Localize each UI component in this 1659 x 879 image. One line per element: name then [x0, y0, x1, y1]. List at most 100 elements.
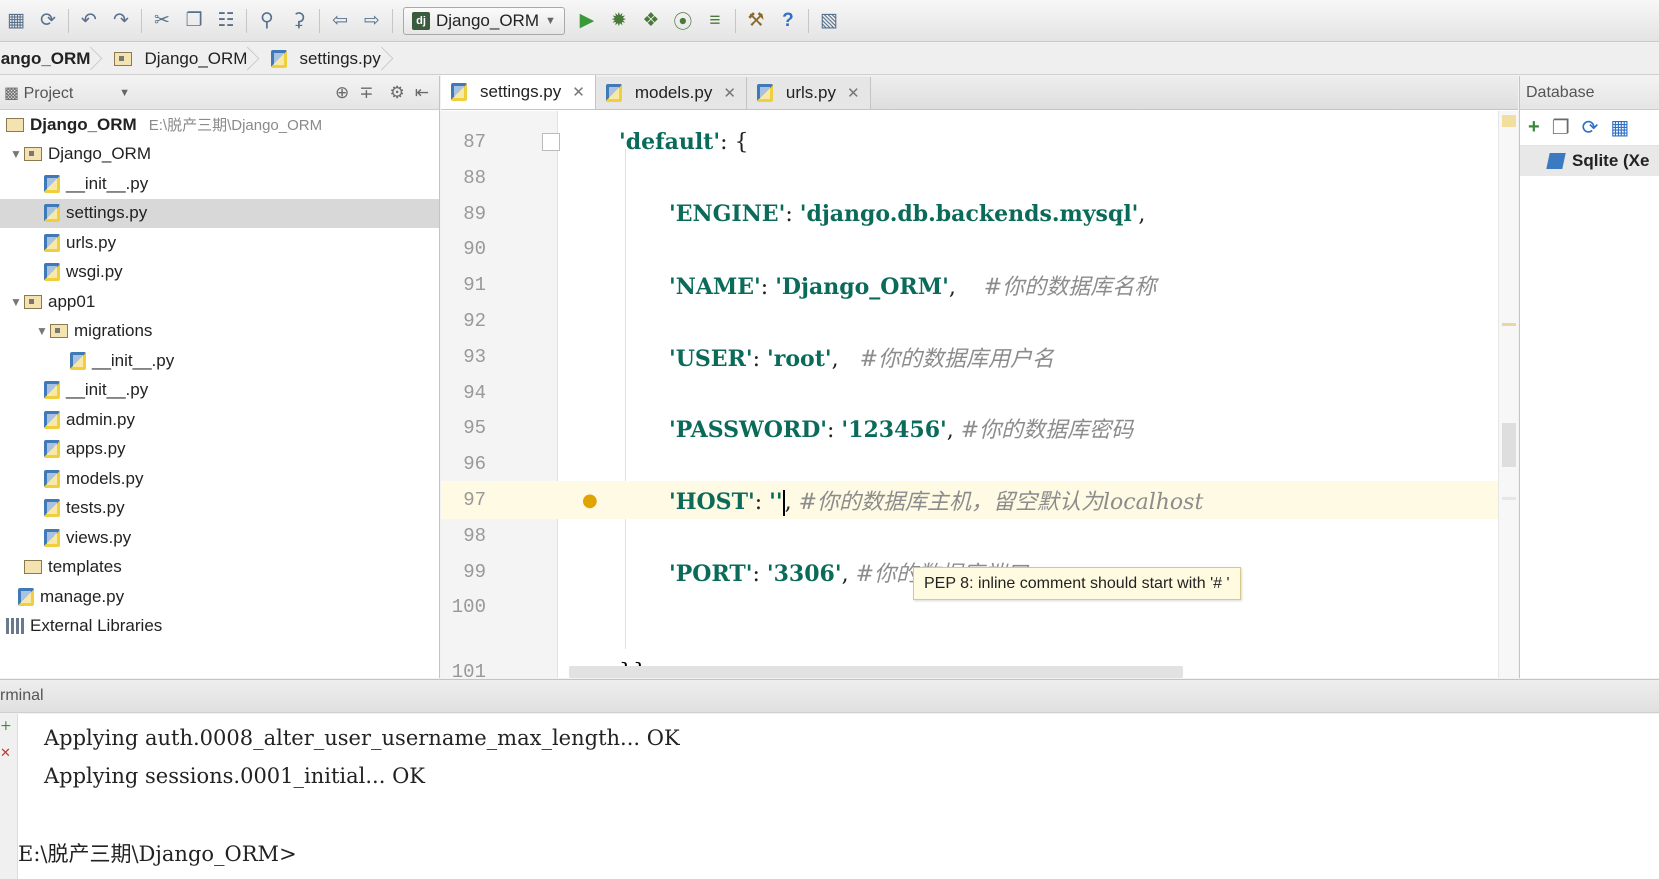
- code-line[interactable]: 92: [441, 302, 1518, 340]
- tree-item-label: Django_ORM: [30, 114, 137, 134]
- code-line[interactable]: 94: [441, 374, 1518, 412]
- add-icon[interactable]: +: [1528, 116, 1540, 139]
- tree-item-project-root[interactable]: Django_ORM E:\脱产三期\Django_ORM: [0, 110, 439, 140]
- tree-item[interactable]: tests.py: [0, 494, 439, 524]
- add-icon[interactable]: +: [0, 718, 12, 734]
- datasource-item[interactable]: Sqlite (Xe: [1520, 146, 1659, 176]
- line-number: 88: [463, 166, 486, 189]
- expand-arrow-icon[interactable]: ▼: [34, 324, 50, 338]
- tree-item[interactable]: apps.py: [0, 435, 439, 465]
- undo-icon[interactable]: ↶: [73, 5, 105, 37]
- horizontal-scrollbar[interactable]: [569, 666, 1183, 678]
- tree-item[interactable]: templates: [0, 553, 439, 583]
- code-text: 'PASSWORD': '123456', #你的数据库密码: [669, 412, 1133, 444]
- fold-marker-icon[interactable]: [542, 133, 560, 151]
- warning-marker[interactable]: [1502, 115, 1516, 127]
- line-number: 87: [463, 131, 486, 153]
- project-view-selector[interactable]: ▩ Project ▼: [0, 83, 130, 103]
- code-punctuation: :: [785, 201, 800, 227]
- tree-item-label: __init__.py: [66, 380, 149, 400]
- dict-value: 'Django_ORM': [775, 274, 949, 301]
- code-line[interactable]: 95 'PASSWORD': '123456', #你的数据库密码: [441, 409, 1518, 447]
- code-punctuation: :: [752, 346, 768, 372]
- sync-icon[interactable]: ⟳: [32, 5, 64, 37]
- back-icon[interactable]: ⇦: [324, 5, 356, 37]
- tree-item[interactable]: __init__.py: [0, 169, 439, 199]
- code-line[interactable]: 93 'USER': 'root', #你的数据库用户名: [441, 338, 1518, 376]
- tree-item[interactable]: settings.py: [0, 198, 439, 228]
- python-file-icon: [44, 204, 60, 223]
- tree-item[interactable]: __init__.py: [0, 376, 439, 406]
- close-icon[interactable]: ✕: [723, 84, 736, 102]
- breadcrumb-project[interactable]: jango_ORM: [0, 43, 96, 74]
- code-line[interactable]: 90: [441, 230, 1518, 268]
- scroll-thumb[interactable]: [1502, 423, 1516, 467]
- code-line[interactable]: 96: [441, 445, 1518, 483]
- code-line[interactable]: 88: [441, 159, 1518, 197]
- find-icon[interactable]: ⚲: [251, 5, 283, 37]
- breadcrumb-package[interactable]: Django_ORM: [106, 43, 253, 74]
- code-line[interactable]: 91 'NAME': 'Django_ORM', #你的数据库名称: [441, 266, 1518, 304]
- help-icon[interactable]: ?: [772, 5, 804, 37]
- run-tasks-icon[interactable]: ≡: [699, 5, 731, 37]
- expand-arrow-icon[interactable]: ▼: [8, 147, 24, 161]
- dict-value: '': [769, 489, 783, 515]
- terminal-output[interactable]: + ✕ Applying auth.0008_alter_user_userna…: [0, 714, 1659, 879]
- terminal-prompt[interactable]: E:\脱产三期\Django_ORM>: [18, 838, 297, 868]
- collapse-all-icon[interactable]: ∓: [359, 83, 373, 103]
- profile-icon[interactable]: ⦿: [667, 5, 699, 37]
- tree-item[interactable]: urls.py: [0, 228, 439, 258]
- tree-item[interactable]: models.py: [0, 464, 439, 494]
- cut-icon[interactable]: ✂: [146, 5, 178, 37]
- close-icon[interactable]: ✕: [572, 83, 585, 101]
- tree-item[interactable]: ▼ app01: [0, 287, 439, 317]
- tree-item[interactable]: __init__.py: [0, 346, 439, 376]
- debug-icon[interactable]: ✹: [603, 5, 635, 37]
- project-panel-icon: ▩: [4, 84, 20, 102]
- tree-item[interactable]: manage.py: [0, 582, 439, 612]
- terminal-title: rminal: [0, 687, 44, 704]
- tab-models[interactable]: models.py ✕: [595, 77, 747, 109]
- line-number: 96: [463, 453, 486, 476]
- code-line[interactable]: 87 'default': {: [441, 123, 1518, 161]
- tree-item[interactable]: admin.py: [0, 405, 439, 435]
- scroll-from-source-icon[interactable]: ⊕: [335, 83, 349, 103]
- breadcrumb-file[interactable]: settings.py: [263, 43, 386, 74]
- code-editor[interactable]: 86 101 }} 87'default': {8889'ENGINE': 'd…: [441, 111, 1518, 678]
- tree-item[interactable]: External Libraries: [0, 612, 439, 642]
- replace-icon[interactable]: ⚳: [283, 5, 315, 37]
- chevron-down-icon: ▼: [119, 86, 130, 99]
- paste-icon[interactable]: ☷: [210, 5, 242, 37]
- copy-icon[interactable]: ❐: [1552, 115, 1570, 140]
- redo-icon[interactable]: ↷: [105, 5, 137, 37]
- code-line[interactable]: 98: [441, 517, 1518, 555]
- error-stripe[interactable]: [1498, 111, 1518, 678]
- close-icon[interactable]: ✕: [0, 746, 11, 761]
- warning-marker[interactable]: [1502, 323, 1516, 326]
- table-icon[interactable]: ▦: [1610, 115, 1629, 140]
- tab-settings[interactable]: settings.py ✕: [441, 75, 596, 109]
- run-configuration-dropdown[interactable]: dj Django_ORM ▼: [403, 6, 565, 35]
- tree-item[interactable]: views.py: [0, 523, 439, 553]
- code-line[interactable]: 97 'HOST': '', #你的数据库主机，留空默认为localhost ●: [441, 481, 1518, 519]
- expand-arrow-icon[interactable]: ▼: [8, 295, 24, 309]
- refresh-icon[interactable]: ⟳: [1582, 115, 1599, 140]
- tree-item[interactable]: ▼ migrations: [0, 317, 439, 347]
- copy-icon[interactable]: ❐: [178, 5, 210, 37]
- save-icon[interactable]: ▦: [0, 5, 32, 37]
- forward-icon[interactable]: ⇨: [356, 5, 388, 37]
- gear-icon[interactable]: ⚙: [390, 83, 405, 103]
- tree-item[interactable]: wsgi.py: [0, 258, 439, 288]
- warning-marker[interactable]: [1502, 497, 1516, 500]
- code-line-partial[interactable]: 86: [441, 111, 1518, 123]
- settings-icon[interactable]: ⚒: [740, 5, 772, 37]
- lightbulb-icon[interactable]: ●: [582, 490, 598, 511]
- sdk-icon[interactable]: ▧: [813, 5, 845, 37]
- tab-urls[interactable]: urls.py ✕: [746, 77, 871, 109]
- close-icon[interactable]: ✕: [847, 84, 860, 102]
- code-line[interactable]: 89 'ENGINE': 'django.db.backends.mysql',: [441, 195, 1518, 233]
- tree-item[interactable]: ▼ Django_ORM: [0, 140, 439, 170]
- run-icon[interactable]: ▶: [571, 5, 603, 37]
- coverage-icon[interactable]: ❖: [635, 5, 667, 37]
- hide-panel-icon[interactable]: ⇤: [415, 83, 429, 103]
